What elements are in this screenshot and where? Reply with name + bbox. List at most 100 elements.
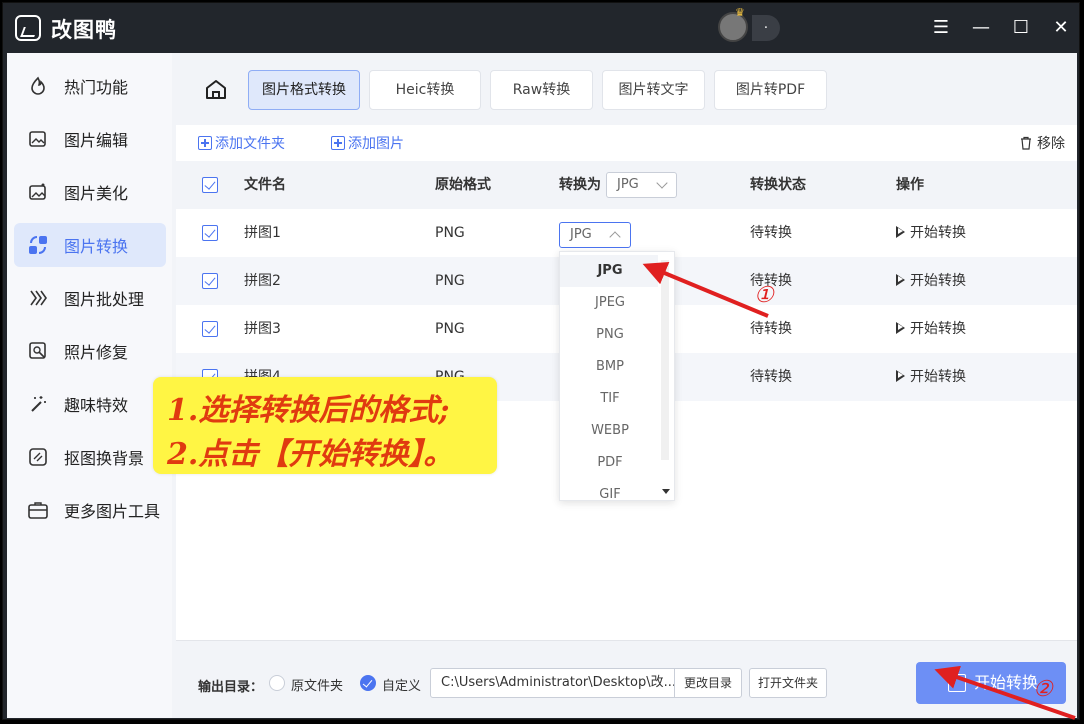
row-start-label: 开始转换 bbox=[910, 369, 966, 385]
cutout-icon bbox=[26, 445, 50, 469]
convert-all-value: JPG bbox=[617, 177, 639, 192]
col-convert-to: 转换为 bbox=[559, 177, 601, 193]
row-checkbox[interactable] bbox=[202, 225, 218, 241]
sidebar-item-label: 热门功能 bbox=[64, 78, 129, 97]
tab-image-to-text[interactable]: 图片转文字 bbox=[602, 70, 705, 110]
home-icon[interactable] bbox=[204, 77, 230, 103]
start-convert-button[interactable]: 开始转换 bbox=[916, 662, 1066, 704]
play-icon bbox=[896, 226, 905, 238]
sidebar-item-fun-effects[interactable]: 趣味特效 bbox=[14, 382, 166, 426]
sidebar-item-image-beautify[interactable]: 图片美化 bbox=[14, 170, 166, 214]
menu-icon[interactable]: ☰ bbox=[928, 15, 954, 41]
radio-custom[interactable] bbox=[360, 675, 376, 691]
convert-status: 待转换 bbox=[750, 369, 792, 385]
photo-repair-icon bbox=[26, 339, 50, 363]
dropdown-option-jpg[interactable]: JPG bbox=[560, 255, 660, 287]
sidebar-item-image-convert[interactable]: 图片转换 bbox=[14, 223, 166, 267]
sidebar-item-batch[interactable]: 图片批处理 bbox=[14, 276, 166, 320]
original-format: PNG bbox=[435, 273, 465, 289]
tab-bar: 图片格式转换 Heic转换 Raw转换 图片转文字 图片转PDF bbox=[176, 53, 1077, 125]
sidebar-item-more-tools[interactable]: 更多图片工具 bbox=[14, 488, 166, 532]
radio-custom-label: 自定义 bbox=[382, 679, 422, 694]
file-name: 拼图1 bbox=[244, 225, 281, 241]
convert-status: 待转换 bbox=[750, 225, 792, 241]
scroll-down-icon[interactable] bbox=[662, 489, 670, 494]
target-format-value: JPG bbox=[570, 227, 592, 242]
col-original-format: 原始格式 bbox=[435, 177, 491, 193]
title-bar: 改图鸭 ♛ . ☰ — ☐ ✕ bbox=[3, 3, 1079, 53]
sidebar-item-label: 图片转换 bbox=[64, 237, 129, 256]
scrollbar-thumb[interactable] bbox=[661, 260, 669, 460]
instruction-callout: 1.选择转换后的格式; 2.点击【开始转换】。 bbox=[153, 377, 497, 474]
dropdown-option-png[interactable]: PNG bbox=[560, 319, 660, 351]
radio-original-folder[interactable] bbox=[269, 675, 285, 691]
chevron-down-icon bbox=[656, 177, 668, 189]
sidebar-item-label: 照片修复 bbox=[64, 343, 129, 362]
convert-status: 待转换 bbox=[750, 321, 792, 337]
convert-all-select[interactable]: JPG bbox=[606, 172, 677, 198]
remove-button[interactable]: 移除 bbox=[1019, 133, 1065, 153]
minimize-icon[interactable]: — bbox=[968, 15, 994, 41]
play-icon bbox=[896, 322, 905, 334]
row-start-label: 开始转换 bbox=[910, 321, 966, 337]
chevron-up-icon bbox=[609, 231, 621, 243]
dropdown-option-jpeg[interactable]: JPEG bbox=[560, 287, 660, 319]
magic-wand-icon bbox=[26, 392, 50, 416]
row-start-button[interactable]: 开始转换 bbox=[896, 209, 966, 257]
output-path-field[interactable]: C:\Users\Administrator\Desktop\改... bbox=[430, 668, 675, 698]
play-icon bbox=[896, 274, 905, 286]
open-folder-button[interactable]: 打开文件夹 bbox=[749, 668, 827, 698]
tab-image-to-pdf[interactable]: 图片转PDF bbox=[714, 70, 827, 110]
crown-icon: ♛ bbox=[735, 6, 745, 19]
col-action: 操作 bbox=[896, 177, 924, 193]
dropdown-option-bmp[interactable]: BMP bbox=[560, 351, 660, 383]
change-dir-button[interactable]: 更改目录 bbox=[674, 668, 742, 698]
table-header: 文件名 原始格式 转换为 JPG 转换状态 操作 bbox=[176, 161, 1077, 209]
sidebar-item-photo-repair[interactable]: 照片修复 bbox=[14, 329, 166, 373]
dropdown-scrollbar[interactable] bbox=[658, 252, 674, 500]
user-name[interactable]: . bbox=[752, 15, 780, 41]
flame-icon bbox=[26, 74, 50, 98]
batch-icon bbox=[26, 286, 50, 310]
row-checkbox[interactable] bbox=[202, 273, 218, 289]
convert-icon bbox=[948, 674, 966, 692]
sidebar-item-label: 更多图片工具 bbox=[64, 502, 161, 521]
row-start-button[interactable]: 开始转换 bbox=[896, 353, 966, 401]
row-start-button[interactable]: 开始转换 bbox=[896, 305, 966, 353]
maximize-icon[interactable]: ☐ bbox=[1008, 15, 1034, 41]
image-edit-icon bbox=[26, 127, 50, 151]
output-dir-label: 输出目录： bbox=[198, 680, 264, 695]
sidebar-item-label: 图片批处理 bbox=[64, 290, 145, 309]
select-all-checkbox[interactable] bbox=[202, 177, 218, 193]
sidebar-item-label: 图片美化 bbox=[64, 184, 129, 203]
sidebar-item-cutout[interactable]: 抠图换背景 bbox=[14, 435, 166, 479]
tab-heic[interactable]: Heic转换 bbox=[369, 70, 481, 110]
add-image-icon bbox=[331, 136, 345, 150]
dropdown-option-webp[interactable]: WEBP bbox=[560, 415, 660, 447]
tab-format-convert[interactable]: 图片格式转换 bbox=[248, 70, 360, 110]
row-start-button[interactable]: 开始转换 bbox=[896, 257, 966, 305]
add-folder-button[interactable]: 添加文件夹 bbox=[198, 133, 285, 153]
tab-raw[interactable]: Raw转换 bbox=[490, 70, 593, 110]
radio-original-label: 原文件夹 bbox=[291, 679, 344, 694]
start-convert-label: 开始转换 bbox=[974, 673, 1039, 692]
add-folder-label: 添加文件夹 bbox=[215, 136, 285, 152]
dropdown-option-pdf[interactable]: PDF bbox=[560, 447, 660, 479]
add-image-button[interactable]: 添加图片 bbox=[331, 133, 404, 153]
sidebar-item-hot[interactable]: 热门功能 bbox=[14, 64, 166, 108]
remove-label: 移除 bbox=[1037, 136, 1065, 152]
sidebar: 热门功能 图片编辑 图片美化 图片转换 图片批处理 照片修复 趣味特效 抠图换背… bbox=[7, 53, 172, 718]
table-row: 拼图1 PNG JPG 待转换 开始转换 bbox=[176, 209, 1077, 257]
dropdown-option-tif[interactable]: TIF bbox=[560, 383, 660, 415]
convert-status: 待转换 bbox=[750, 273, 792, 289]
sidebar-item-image-edit[interactable]: 图片编辑 bbox=[14, 117, 166, 161]
dropdown-option-gif[interactable]: GIF bbox=[560, 479, 660, 500]
callout-line-1: 1.选择转换后的格式; bbox=[167, 393, 450, 428]
row-checkbox[interactable] bbox=[202, 321, 218, 337]
close-icon[interactable]: ✕ bbox=[1048, 15, 1074, 41]
add-image-label: 添加图片 bbox=[348, 136, 404, 152]
target-format-select[interactable]: JPG bbox=[559, 222, 631, 248]
app-title: 改图鸭 bbox=[51, 18, 117, 42]
output-footer: 输出目录： 原文件夹 自定义 C:\Users\Administrator\De… bbox=[176, 640, 1077, 718]
file-name: 拼图2 bbox=[244, 273, 281, 289]
